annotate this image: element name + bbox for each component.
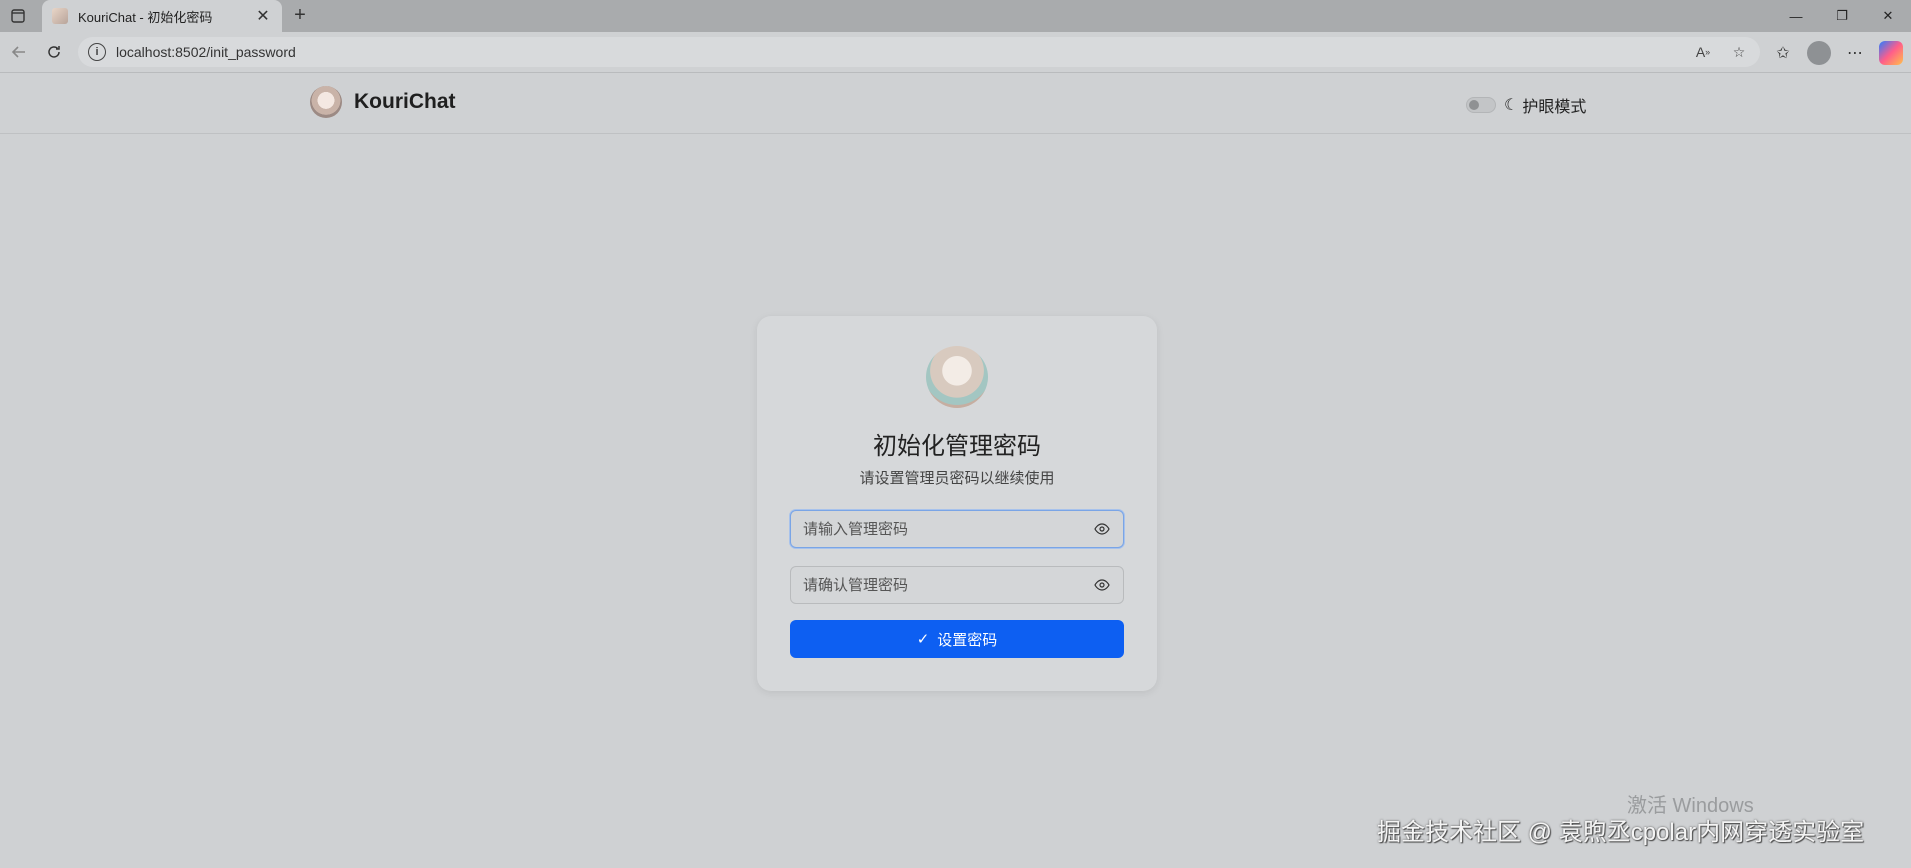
address-bar[interactable]: i localhost:8502/init_password A» ☆ xyxy=(78,37,1760,67)
address-toolbar: i localhost:8502/init_password A» ☆ ✩ ⋯ xyxy=(0,32,1911,73)
read-aloud-icon[interactable]: A» xyxy=(1692,41,1714,63)
check-icon: ✓ xyxy=(916,631,930,648)
refresh-icon[interactable] xyxy=(43,41,65,63)
address-bar-actions: A» ☆ xyxy=(1692,41,1750,63)
confirm-password-field[interactable] xyxy=(790,566,1124,604)
init-password-card: 初始化管理密码 请设置管理员密码以继续使用 ✓ 设置密码 xyxy=(757,316,1157,691)
set-password-button[interactable]: ✓ 设置密码 xyxy=(790,620,1124,658)
url-text[interactable]: localhost:8502/init_password xyxy=(116,44,296,60)
moon-icon: ☾ xyxy=(1504,97,1519,114)
tab-strip: KouriChat - 初始化密码 ✕ + — ❐ ✕ xyxy=(0,0,1911,32)
set-password-label: 设置密码 xyxy=(937,631,998,649)
eye-mode-switch[interactable]: ☾ 护眼模式 xyxy=(1466,93,1586,117)
restore-button[interactable]: ❐ xyxy=(1819,0,1865,32)
site-info-icon[interactable]: i xyxy=(88,43,106,61)
tab-title: KouriChat - 初始化密码 xyxy=(78,9,213,25)
brand-name: KouriChat xyxy=(354,90,456,113)
card-subtitle: 请设置管理员密码以继续使用 xyxy=(859,470,1055,487)
brand-logo-avatar xyxy=(310,86,342,118)
tab-close-icon[interactable]: ✕ xyxy=(254,6,272,26)
window-controls: — ❐ ✕ xyxy=(1773,0,1911,32)
active-tab[interactable]: KouriChat - 初始化密码 ✕ xyxy=(42,0,282,32)
password-field[interactable] xyxy=(790,510,1124,548)
eye-mode-label: 护眼模式 xyxy=(1522,99,1587,116)
minimize-button[interactable]: — xyxy=(1773,0,1819,32)
eye-mode-toggle[interactable] xyxy=(1466,97,1496,113)
card-title: 初始化管理密码 xyxy=(873,433,1041,460)
confirm-password-input[interactable] xyxy=(803,576,1093,594)
show-password-eye-icon[interactable] xyxy=(1093,520,1111,538)
new-tab-button[interactable]: + xyxy=(289,4,311,26)
copilot-icon[interactable] xyxy=(1879,41,1903,65)
close-window-button[interactable]: ✕ xyxy=(1865,0,1911,32)
brand[interactable]: KouriChat xyxy=(310,86,456,118)
tab-actions-icon[interactable] xyxy=(8,6,28,26)
browser-tools: ✩ ⋯ xyxy=(1771,41,1903,65)
more-menu-icon[interactable]: ⋯ xyxy=(1843,41,1867,65)
profile-avatar-icon[interactable] xyxy=(1807,41,1831,65)
tab-favicon-icon xyxy=(52,8,68,24)
password-input[interactable] xyxy=(803,520,1093,538)
card-avatar xyxy=(926,346,988,408)
favorite-star-icon[interactable]: ☆ xyxy=(1728,41,1750,63)
juejin-watermark: 掘金技术社区 @ 袁煦丞cpolar内网穿透实验室 xyxy=(1377,819,1865,846)
back-arrow-icon[interactable] xyxy=(8,41,30,63)
app-header: KouriChat ☾ 护眼模式 xyxy=(0,74,1911,134)
show-confirm-password-eye-icon[interactable] xyxy=(1093,576,1111,594)
favorites-icon[interactable]: ✩ xyxy=(1771,41,1795,65)
